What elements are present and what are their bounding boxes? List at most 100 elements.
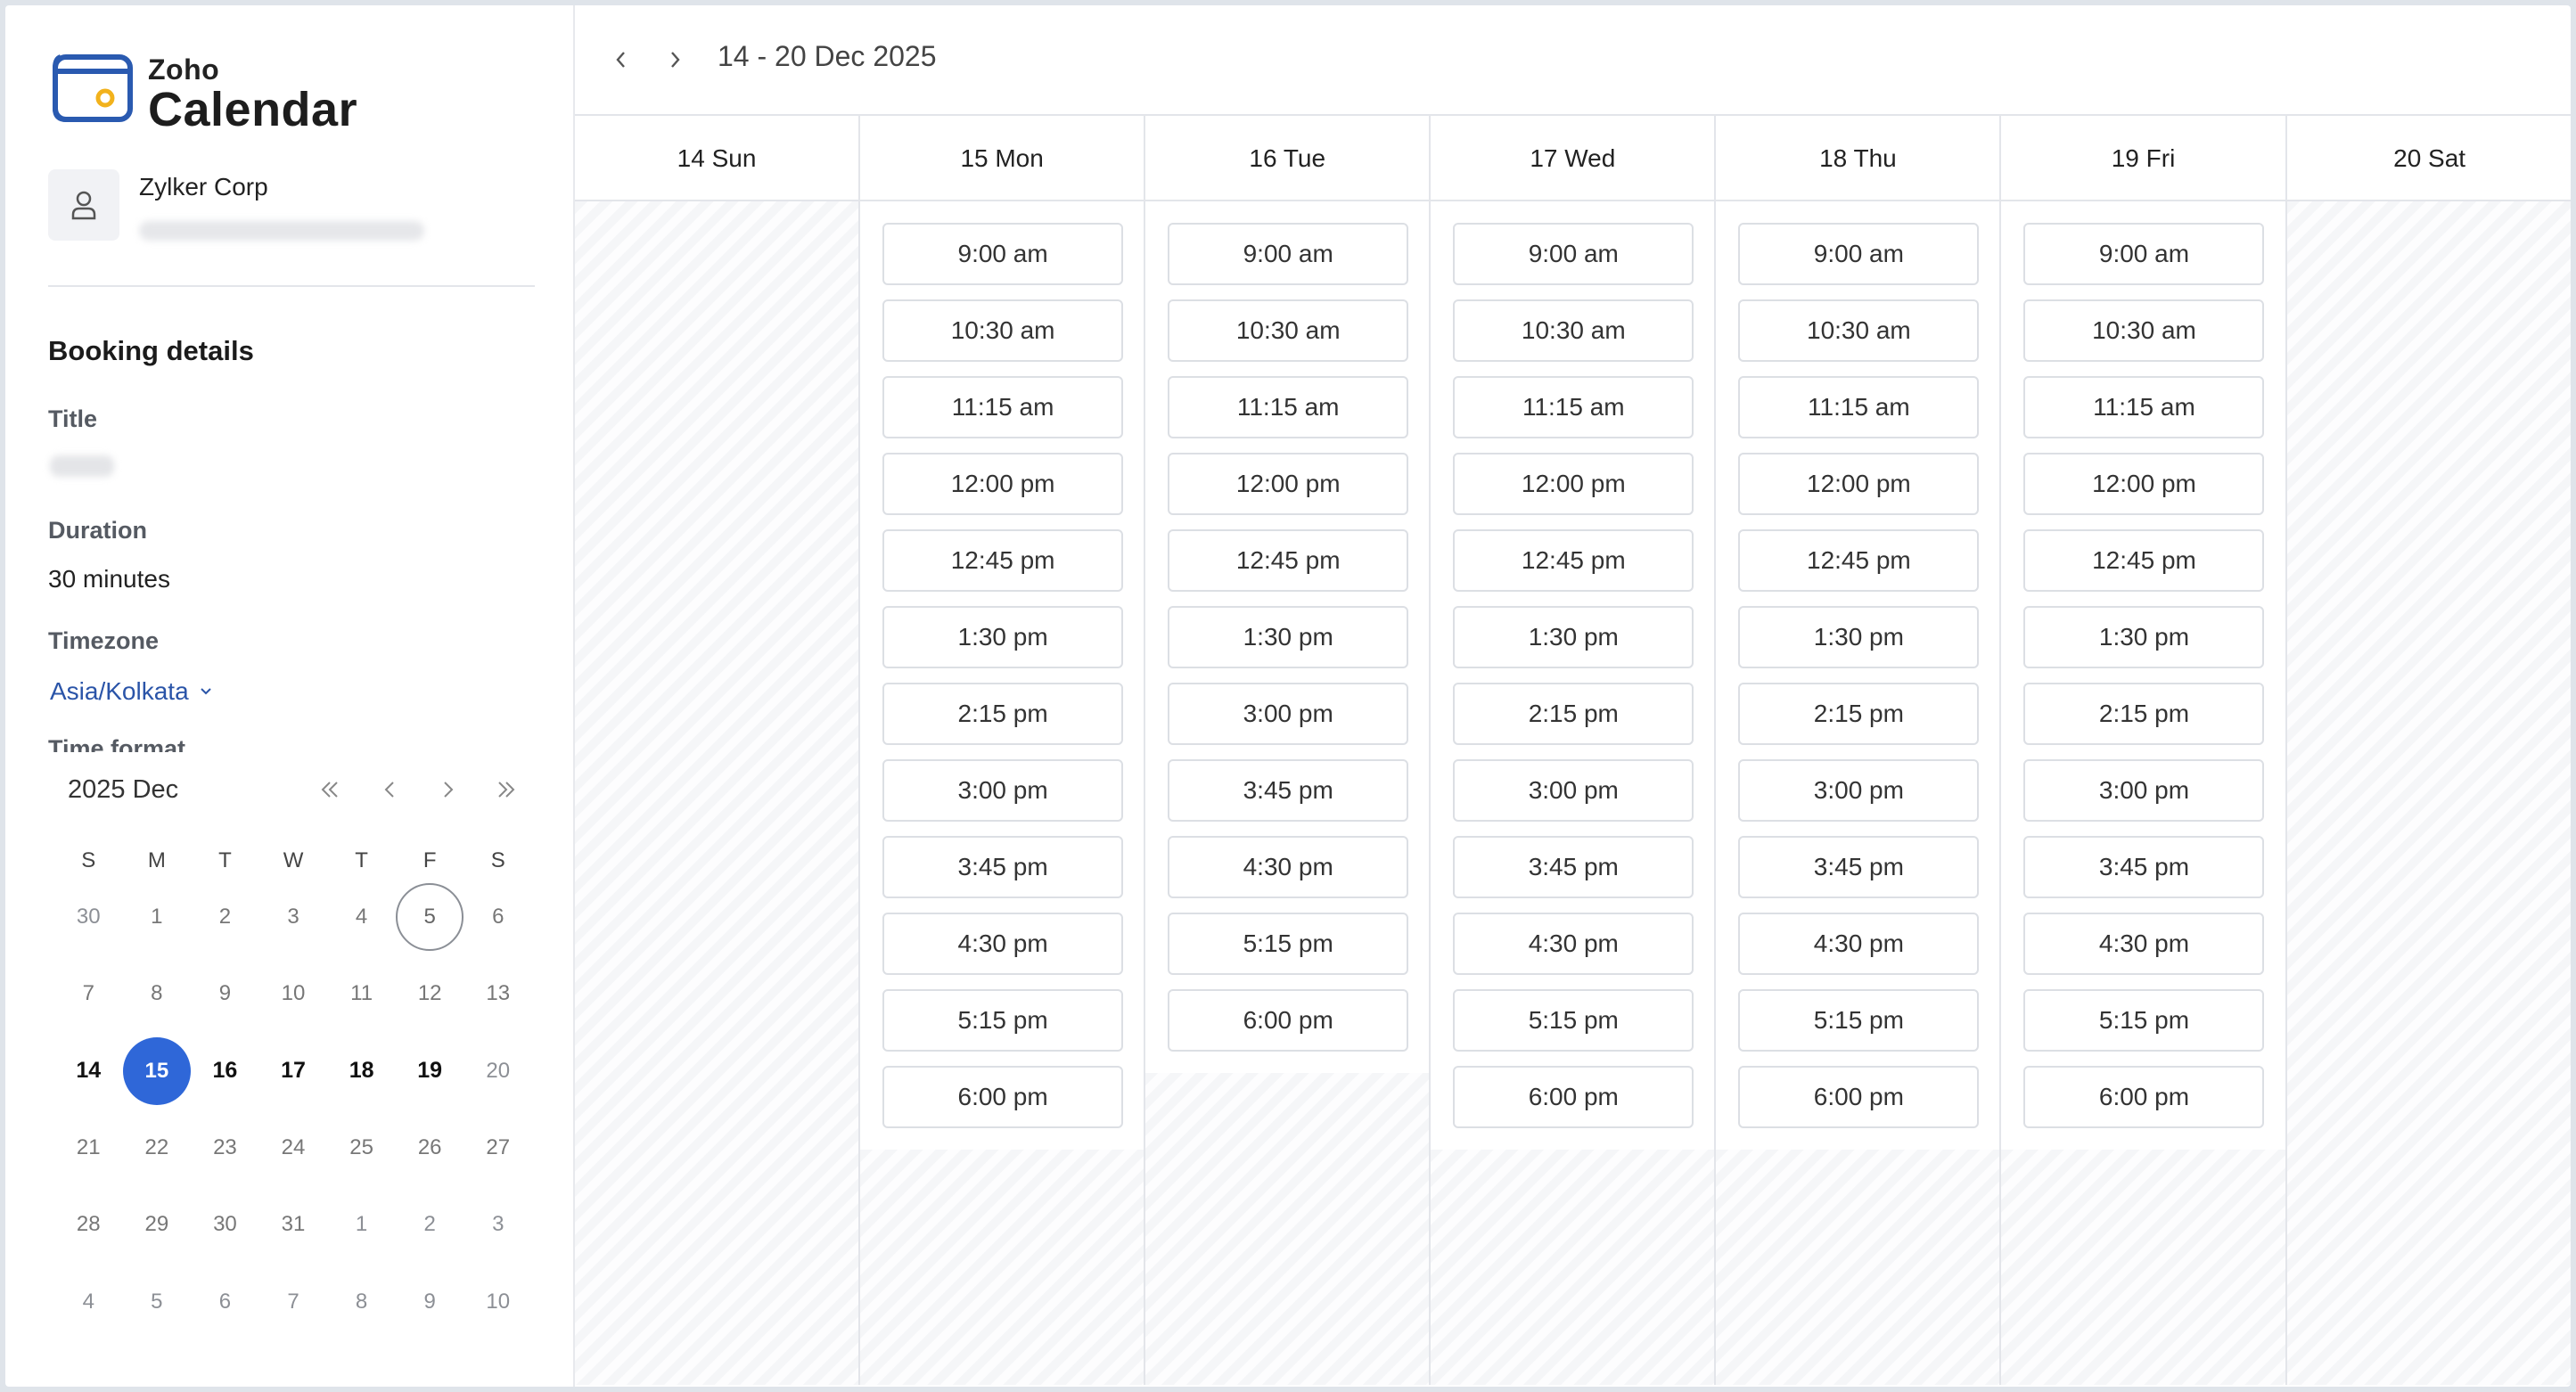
time-slot-button[interactable]: 12:00 pm [1453, 453, 1694, 515]
mini-calendar-day[interactable]: 1 [328, 1191, 396, 1258]
time-slot-button[interactable]: 11:15 am [1453, 376, 1694, 438]
mini-calendar-day[interactable]: 13 [464, 960, 532, 1028]
mini-calendar-day[interactable]: 20 [464, 1037, 532, 1105]
mini-calendar-day[interactable]: 2 [191, 883, 258, 951]
mini-calendar-day[interactable]: 25 [328, 1114, 396, 1182]
mini-calendar-day[interactable]: 7 [259, 1268, 327, 1336]
mini-calendar-day[interactable]: 30 [191, 1191, 258, 1258]
time-slot-button[interactable]: 12:00 pm [1738, 453, 1980, 515]
mini-calendar-day[interactable]: 10 [464, 1268, 532, 1336]
time-slot-button[interactable]: 2:15 pm [2023, 683, 2265, 745]
time-slot-button[interactable]: 11:15 am [1168, 376, 1409, 438]
time-slot-button[interactable]: 12:00 pm [882, 453, 1124, 515]
mini-calendar-day[interactable]: 1 [123, 883, 191, 951]
time-slot-button[interactable]: 3:45 pm [1738, 836, 1980, 898]
time-slot-button[interactable]: 1:30 pm [1453, 606, 1694, 668]
mini-calendar-day[interactable]: 22 [123, 1114, 191, 1182]
time-slot-button[interactable]: 6:00 pm [1168, 989, 1409, 1052]
time-slot-button[interactable]: 10:30 am [1453, 299, 1694, 362]
time-slot-button[interactable]: 12:00 pm [1168, 453, 1409, 515]
time-slot-button[interactable]: 1:30 pm [1168, 606, 1409, 668]
time-slot-button[interactable]: 3:00 pm [1168, 683, 1409, 745]
next-month-button[interactable] [429, 770, 468, 809]
time-slot-button[interactable]: 12:00 pm [2023, 453, 2265, 515]
time-slot-button[interactable]: 4:30 pm [1738, 913, 1980, 975]
mini-calendar-day[interactable]: 6 [191, 1268, 258, 1336]
mini-calendar-day[interactable]: 24 [259, 1114, 327, 1182]
next-year-button[interactable] [487, 770, 526, 809]
time-slot-button[interactable]: 2:15 pm [1453, 683, 1694, 745]
mini-calendar-day[interactable]: 10 [259, 960, 327, 1028]
time-slot-button[interactable]: 6:00 pm [2023, 1066, 2265, 1128]
mini-calendar-day[interactable]: 21 [54, 1114, 122, 1182]
mini-calendar-day[interactable]: 14 [54, 1037, 122, 1105]
time-slot-button[interactable]: 5:15 pm [882, 989, 1124, 1052]
previous-year-button[interactable] [310, 770, 349, 809]
mini-calendar-day[interactable]: 28 [54, 1191, 122, 1258]
mini-calendar-day[interactable]: 9 [191, 960, 258, 1028]
mini-calendar-day[interactable]: 9 [396, 1268, 464, 1336]
previous-month-button[interactable] [370, 770, 409, 809]
mini-calendar-day[interactable]: 2 [396, 1191, 464, 1258]
mini-calendar-day[interactable]: 4 [54, 1268, 122, 1336]
time-slot-button[interactable]: 9:00 am [882, 223, 1124, 285]
time-slot-button[interactable]: 11:15 am [1738, 376, 1980, 438]
mini-calendar-day[interactable]: 31 [259, 1191, 327, 1258]
time-slot-button[interactable]: 5:15 pm [1168, 913, 1409, 975]
mini-calendar-day[interactable]: 27 [464, 1114, 532, 1182]
time-slot-button[interactable]: 3:00 pm [1738, 759, 1980, 822]
time-slot-button[interactable]: 10:30 am [882, 299, 1124, 362]
mini-calendar-day[interactable]: 12 [396, 960, 464, 1028]
time-slot-button[interactable]: 6:00 pm [1453, 1066, 1694, 1128]
time-slot-button[interactable]: 2:15 pm [882, 683, 1124, 745]
time-slot-button[interactable]: 11:15 am [2023, 376, 2265, 438]
mini-calendar-day[interactable]: 5 [396, 883, 464, 952]
time-slot-button[interactable]: 12:45 pm [1453, 529, 1694, 592]
time-slot-button[interactable]: 12:45 pm [1168, 529, 1409, 592]
time-slot-button[interactable]: 1:30 pm [2023, 606, 2265, 668]
mini-calendar-day[interactable]: 23 [191, 1114, 258, 1182]
time-slot-button[interactable]: 12:45 pm [2023, 529, 2265, 592]
time-slot-button[interactable]: 5:15 pm [1453, 989, 1694, 1052]
time-slot-button[interactable]: 6:00 pm [1738, 1066, 1980, 1128]
mini-calendar-day[interactable]: 29 [123, 1191, 191, 1258]
time-slot-button[interactable]: 4:30 pm [882, 913, 1124, 975]
mini-calendar-day[interactable]: 8 [123, 960, 191, 1028]
mini-calendar-day[interactable]: 30 [54, 883, 122, 951]
time-slot-button[interactable]: 4:30 pm [1168, 836, 1409, 898]
time-slot-button[interactable]: 6:00 pm [882, 1066, 1124, 1128]
time-slot-button[interactable]: 9:00 am [1168, 223, 1409, 285]
mini-calendar-day[interactable]: 16 [191, 1037, 258, 1105]
mini-calendar-day[interactable]: 19 [396, 1037, 464, 1105]
time-slot-button[interactable]: 5:15 pm [2023, 989, 2265, 1052]
mini-calendar-day[interactable]: 5 [123, 1268, 191, 1336]
mini-calendar-day[interactable]: 6 [464, 883, 532, 951]
time-slot-button[interactable]: 10:30 am [2023, 299, 2265, 362]
time-slot-button[interactable]: 3:45 pm [2023, 836, 2265, 898]
time-slot-button[interactable]: 3:00 pm [882, 759, 1124, 822]
previous-week-button[interactable] [602, 40, 641, 79]
time-slot-button[interactable]: 1:30 pm [882, 606, 1124, 668]
time-slot-button[interactable]: 9:00 am [1738, 223, 1980, 285]
mini-calendar-day[interactable]: 26 [396, 1114, 464, 1182]
time-slot-button[interactable]: 5:15 pm [1738, 989, 1980, 1052]
time-slot-button[interactable]: 10:30 am [1738, 299, 1980, 362]
mini-calendar-day[interactable]: 3 [464, 1191, 532, 1258]
time-slot-button[interactable]: 3:00 pm [1453, 759, 1694, 822]
time-slot-button[interactable]: 9:00 am [1453, 223, 1694, 285]
mini-calendar-day[interactable]: 15 [122, 1036, 191, 1105]
mini-calendar-day[interactable]: 18 [328, 1037, 396, 1105]
time-slot-button[interactable]: 12:45 pm [882, 529, 1124, 592]
mini-calendar-day[interactable]: 4 [328, 883, 396, 951]
time-slot-button[interactable]: 3:45 pm [882, 836, 1124, 898]
time-slot-button[interactable]: 3:45 pm [1453, 836, 1694, 898]
time-slot-button[interactable]: 3:00 pm [2023, 759, 2265, 822]
mini-calendar-day[interactable]: 8 [328, 1268, 396, 1336]
time-slot-button[interactable]: 1:30 pm [1738, 606, 1980, 668]
time-slot-button[interactable]: 12:45 pm [1738, 529, 1980, 592]
mini-calendar-day[interactable]: 7 [54, 960, 122, 1028]
time-slot-button[interactable]: 3:45 pm [1168, 759, 1409, 822]
mini-calendar-day[interactable]: 3 [259, 883, 327, 951]
time-slot-button[interactable]: 2:15 pm [1738, 683, 1980, 745]
time-slot-button[interactable]: 4:30 pm [1453, 913, 1694, 975]
